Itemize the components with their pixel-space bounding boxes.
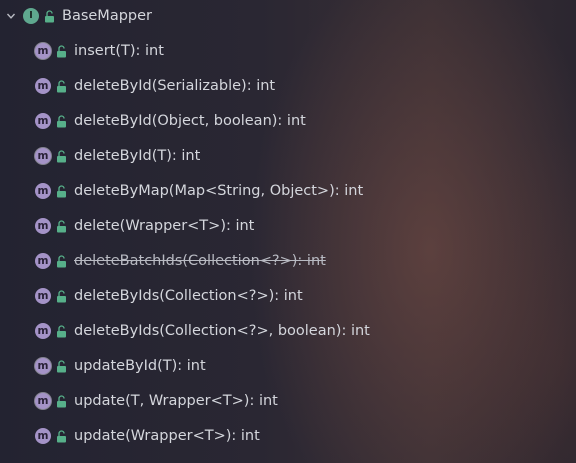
lock-open-icon [55,114,67,128]
method-row[interactable]: m updateById(T): int [35,355,206,377]
method-row[interactable]: m deleteByIds(Collection<?>): int [35,285,303,307]
method-row[interactable]: m deleteById(Serializable): int [35,75,275,97]
tree-node-label: BaseMapper [62,8,152,24]
lock-open-icon [55,219,67,233]
method-row[interactable]: m deleteById(T): int [35,145,200,167]
lock-open-icon [55,184,67,198]
tree-node-basemapper[interactable]: I BaseMapper [0,5,152,27]
method-row[interactable]: m insert(T): int [35,40,164,62]
lock-open-icon [43,9,55,23]
lock-open-icon [55,289,67,303]
method-icon: m [35,113,51,129]
method-row[interactable]: m delete(Wrapper<T>): int [35,215,254,237]
interface-icon: I [23,8,39,24]
lock-open-icon [55,429,67,443]
structure-tree: I BaseMapper m insert(T): int m deleteById(… [0,0,576,463]
method-icon: m [35,148,51,164]
lock-open-icon [55,149,67,163]
method-icon: m [35,393,51,409]
method-label: deleteByMap(Map<String, Object>): int [74,183,364,199]
method-icon: m [35,218,51,234]
method-icon: m [35,428,51,444]
method-row[interactable]: m deleteById(Object, boolean): int [35,110,306,132]
lock-open-icon [55,254,67,268]
method-label: update(T, Wrapper<T>): int [74,393,278,409]
method-icon: m [35,323,51,339]
method-icon: m [35,253,51,269]
method-row[interactable]: m deleteBatchIds(Collection<?>): int [35,250,326,272]
method-label: deleteById(T): int [74,148,201,164]
method-row[interactable]: m update(Wrapper<T>): int [35,425,260,447]
method-label: delete(Wrapper<T>): int [74,218,255,234]
lock-open-icon [55,324,67,338]
method-label: deleteByIds(Collection<?>): int [74,288,303,304]
method-label: deleteBatchIds(Collection<?>): int [74,253,326,269]
lock-open-icon [55,394,67,408]
method-label: updateById(T): int [74,358,206,374]
method-label: update(Wrapper<T>): int [74,428,260,444]
chevron-down-icon[interactable] [5,10,17,22]
method-label: deleteByIds(Collection<?>, boolean): int [74,323,370,339]
method-icon: m [35,288,51,304]
method-icon: m [35,43,51,59]
method-row[interactable]: m deleteByIds(Collection<?>, boolean): in… [35,320,370,342]
method-icon: m [35,78,51,94]
method-label: deleteById(Object, boolean): int [74,113,306,129]
method-icon: m [35,183,51,199]
method-label: insert(T): int [74,43,164,59]
method-icon: m [35,358,51,374]
method-row[interactable]: m deleteByMap(Map<String, Object>): int [35,180,363,202]
method-row[interactable]: m update(T, Wrapper<T>): int [35,390,278,412]
lock-open-icon [55,79,67,93]
lock-open-icon [55,359,67,373]
lock-open-icon [55,44,67,58]
method-label: deleteById(Serializable): int [74,78,276,94]
